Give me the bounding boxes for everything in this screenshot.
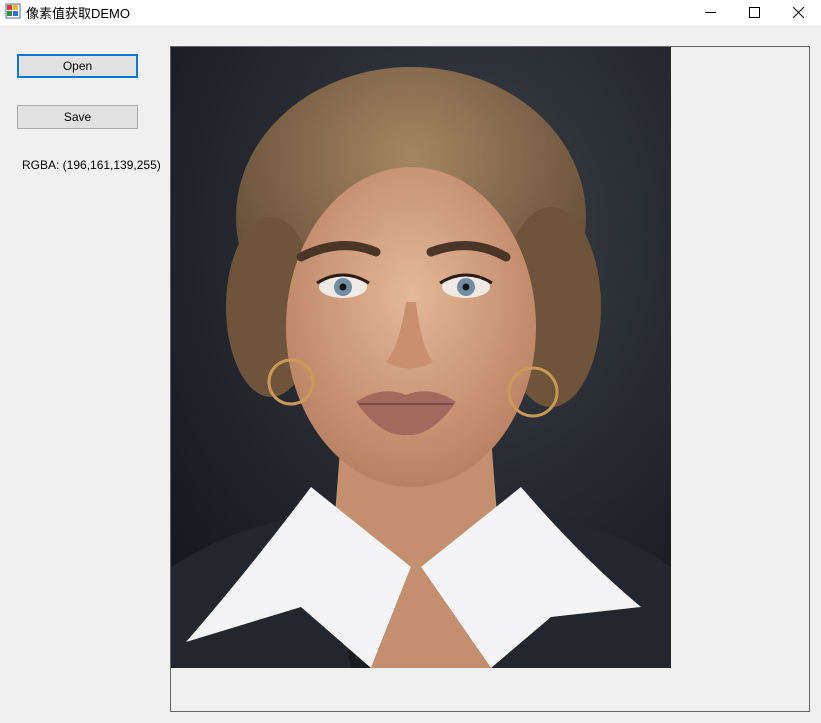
maximize-icon xyxy=(749,7,760,18)
open-button[interactable]: Open xyxy=(17,54,138,78)
close-button[interactable] xyxy=(775,0,821,25)
minimize-icon xyxy=(705,12,716,13)
save-button[interactable]: Save xyxy=(17,105,138,129)
image-viewer[interactable] xyxy=(170,46,810,712)
close-icon xyxy=(793,7,804,18)
open-button-label: Open xyxy=(62,59,93,73)
window-title: 像素值获取DEMO xyxy=(26,6,131,21)
maximize-button[interactable] xyxy=(731,0,777,25)
minimize-button[interactable] xyxy=(687,0,733,25)
app-window-icon xyxy=(5,3,21,19)
portrait-photo[interactable] xyxy=(171,47,671,668)
save-button-label: Save xyxy=(63,110,92,124)
rgba-readout: RGBA: (196,161,139,255) xyxy=(22,158,161,172)
title-bar: 像素值获取DEMO xyxy=(0,0,821,25)
